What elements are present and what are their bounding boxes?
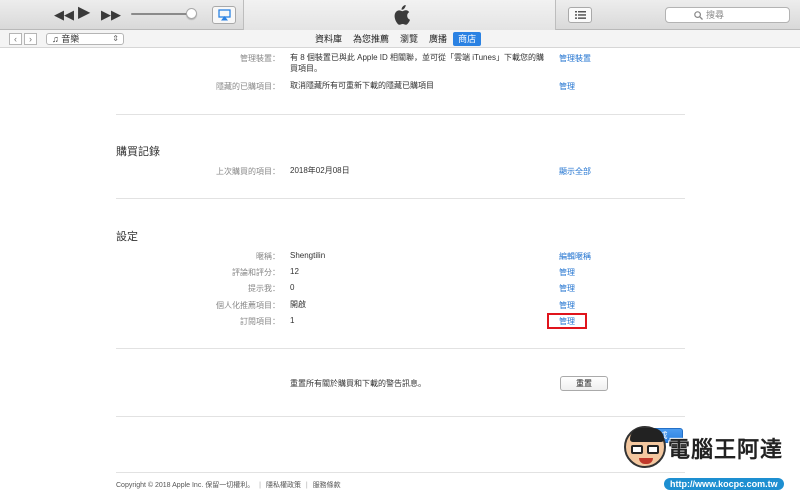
divider — [116, 472, 685, 473]
tab-for-you[interactable]: 為您推薦 — [348, 32, 394, 46]
ratings-label: 評論和評分： — [232, 268, 280, 277]
nickname-value: Shengtilin — [290, 251, 326, 260]
watermark-title: 電腦王阿達 — [668, 438, 784, 463]
subscriptions-label: 訂閱項目： — [240, 317, 280, 326]
media-type-select[interactable]: ♫ 音樂 ⇕ — [46, 33, 124, 45]
search-input[interactable]: 搜尋 — [665, 7, 790, 23]
last-purchase-value: 2018年02月08日 — [290, 166, 350, 175]
play-icon[interactable]: ▶ — [78, 5, 90, 21]
show-all-link[interactable]: 顯示全部 — [559, 166, 591, 177]
purchase-history-title: 購買記錄 — [116, 146, 160, 158]
hidden-purchases-label: 隱藏的已購項目： — [216, 82, 280, 91]
rewind-icon[interactable]: ◀◀ — [54, 7, 74, 23]
terms-of-service-link[interactable]: 服務條款 — [313, 482, 341, 489]
divider — [116, 114, 685, 115]
tips-manage-link[interactable]: 管理 — [559, 283, 575, 294]
mascot-glasses-left — [631, 445, 643, 454]
edit-nickname-link[interactable]: 編輯暱稱 — [559, 251, 591, 262]
airplay-button[interactable] — [212, 6, 236, 24]
back-button[interactable]: ‹ — [9, 33, 22, 45]
mascot-glasses-right — [647, 445, 659, 454]
copyright-text: Copyright © 2018 Apple Inc. 保留一切權利。 — [116, 482, 255, 489]
settings-title: 設定 — [116, 231, 138, 243]
watermark: 電腦王阿達 http://www.kocpc.com.tw — [620, 420, 800, 500]
title-bar: ◀◀ ▶ ▶▶ 搜尋 — [0, 0, 800, 30]
footer-separator: | — [305, 482, 308, 489]
tab-store[interactable]: 商店 — [453, 32, 482, 46]
hidden-purchases-link[interactable]: 管理 — [559, 81, 575, 92]
volume-slider[interactable] — [131, 13, 193, 15]
list-icon — [575, 11, 586, 19]
volume-knob[interactable] — [186, 8, 197, 19]
reset-button[interactable]: 重置 — [560, 376, 608, 391]
last-purchase-label: 上次購買的項目： — [216, 167, 280, 176]
mascot-face-icon — [624, 426, 666, 468]
tab-browse[interactable]: 瀏覽 — [395, 32, 423, 46]
ratings-manage-link[interactable]: 管理 — [559, 267, 575, 278]
search-icon — [694, 11, 703, 20]
tab-library[interactable]: 資料庫 — [310, 32, 347, 46]
search-placeholder: 搜尋 — [706, 10, 725, 20]
personalized-label: 個人化推薦項目： — [216, 301, 280, 310]
personalized-manage-link[interactable]: 管理 — [559, 300, 575, 311]
ratings-value: 12 — [290, 267, 299, 276]
media-type-label: 音樂 — [61, 34, 80, 44]
divider — [116, 198, 685, 199]
airplay-icon — [218, 9, 231, 21]
library-tabs: 資料庫 為您推薦 瀏覽 廣播 商店 — [310, 32, 482, 46]
apple-logo — [394, 5, 410, 25]
tips-label: 提示我： — [248, 284, 280, 293]
music-note-icon: ♫ — [52, 34, 59, 44]
manage-devices-line1: 有 8 個裝置已與此 Apple ID 相關聯，並可從「雲端 iTunes」下載… — [290, 53, 544, 62]
nav-bar: ‹ › ♫ 音樂 ⇕ 資料庫 為您推薦 瀏覽 廣播 商店 — [0, 30, 800, 48]
manage-devices-value: 有 8 個裝置已與此 Apple ID 相關聯，並可從「雲端 iTunes」下載… — [290, 52, 544, 74]
privacy-policy-link[interactable]: 隱私權政策 — [266, 482, 301, 489]
chevron-updown-icon: ⇕ — [112, 34, 119, 43]
divider — [116, 348, 685, 349]
divider — [116, 416, 685, 417]
mascot-mouth — [639, 458, 653, 464]
forward-button[interactable]: › — [24, 33, 37, 45]
manage-devices-link[interactable]: 管理裝置 — [559, 53, 591, 64]
hidden-purchases-value: 取消隱藏所有可重新下載的隱藏已購項目 — [290, 81, 434, 90]
personalized-value: 開啟 — [290, 300, 306, 309]
manage-devices-line2: 買項目。 — [290, 64, 322, 73]
subscriptions-value: 1 — [290, 316, 295, 325]
tips-value: 0 — [290, 283, 295, 292]
manage-devices-label: 管理裝置： — [240, 54, 280, 63]
lcd-display — [243, 0, 556, 30]
list-view-button[interactable] — [568, 7, 592, 23]
footer: Copyright © 2018 Apple Inc. 保留一切權利。 | 隱私… — [116, 480, 341, 490]
reset-warnings-text: 重置所有關於購買和下載的警告訊息。 — [290, 379, 426, 388]
mascot-hair — [630, 428, 664, 442]
footer-separator: | — [259, 482, 261, 489]
highlight-box — [547, 313, 587, 329]
fast-forward-icon[interactable]: ▶▶ — [101, 7, 121, 23]
tab-radio[interactable]: 廣播 — [424, 32, 452, 46]
watermark-url: http://www.kocpc.com.tw — [664, 478, 784, 490]
nickname-label: 暱稱： — [256, 252, 280, 261]
